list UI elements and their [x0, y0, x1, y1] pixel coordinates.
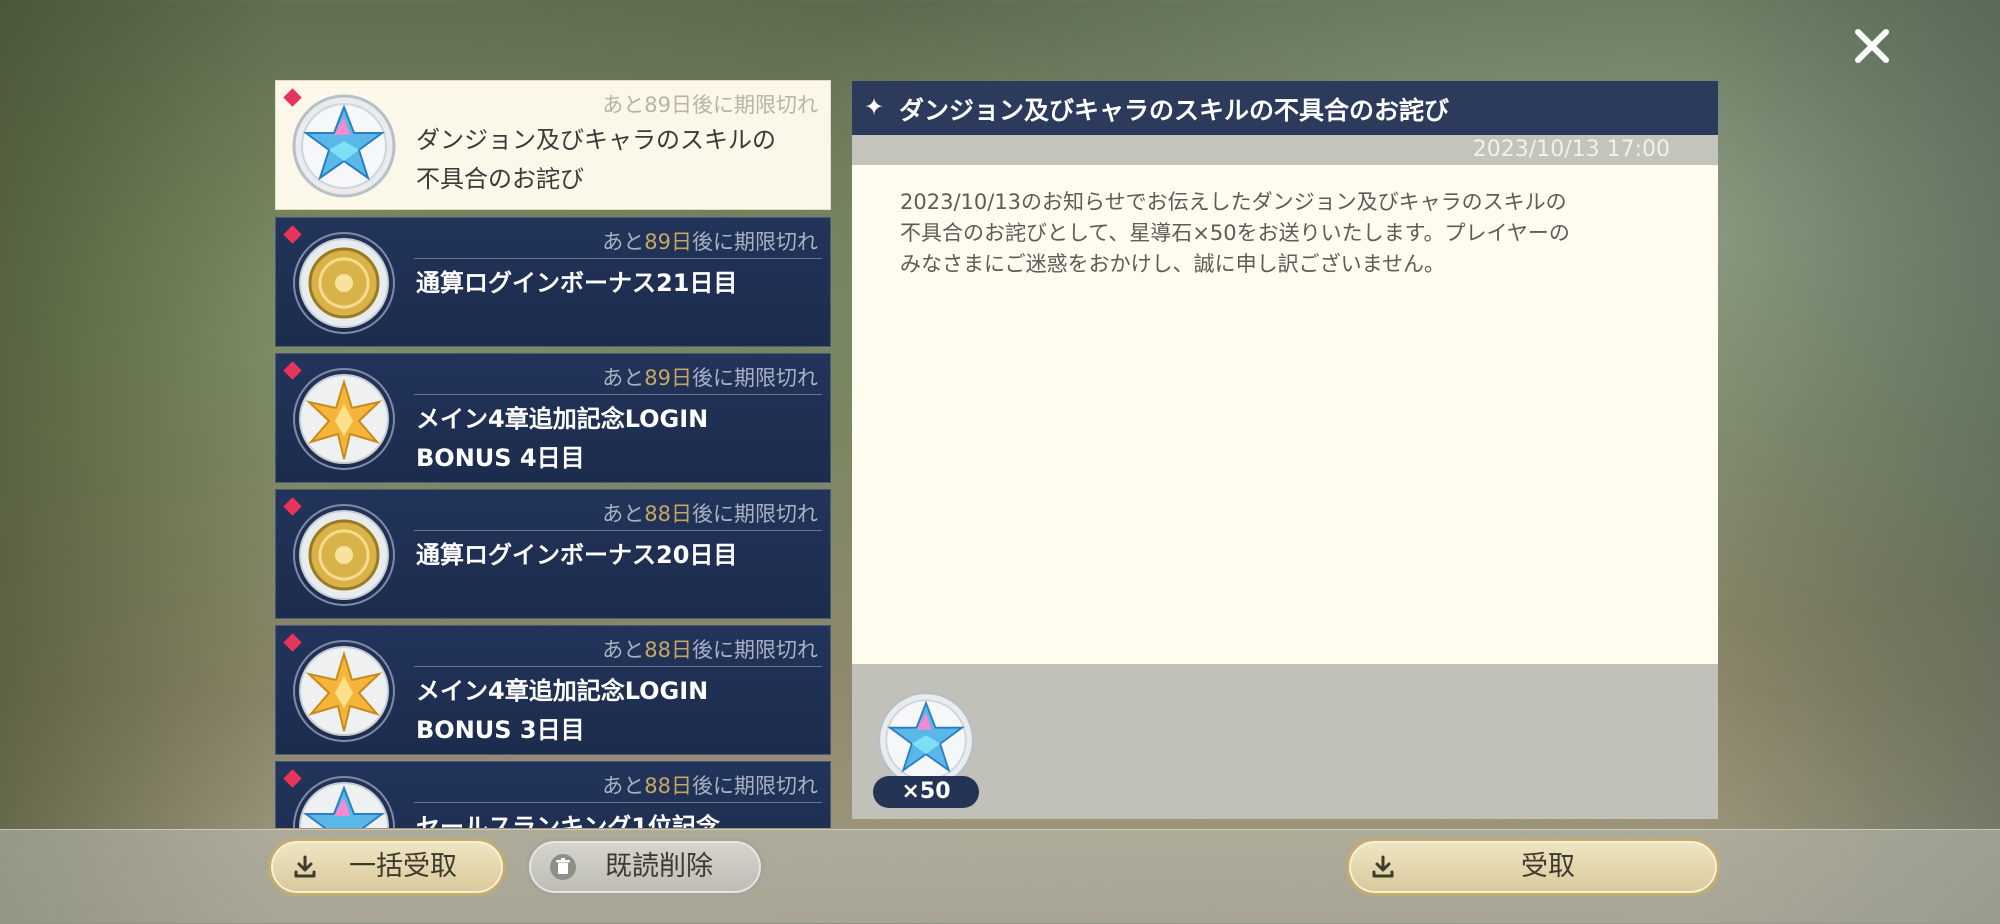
receive-label: 受取: [1521, 851, 1575, 882]
mail-item[interactable]: あと88日後に期限切れ セールスランキング1位記念: [275, 761, 831, 828]
mail-item[interactable]: あと89日後に期限切れ メイン4章追加記念LOGIN BONUS 4日目: [275, 353, 831, 483]
bulk-receive-label: 一括受取: [349, 851, 457, 882]
delete-read-button[interactable]: 既読削除: [526, 838, 764, 896]
mail-item[interactable]: あと88日後に期限切れ メイン4章追加記念LOGIN BONUS 3日目: [275, 625, 831, 755]
background-left-shade: [0, 0, 280, 923]
star-crystal-icon: [289, 91, 399, 201]
detail-date: 2023/10/13 17:00: [1472, 137, 1670, 162]
delete-read-label: 既読削除: [605, 851, 713, 882]
bulk-receive-button[interactable]: 一括受取: [268, 838, 506, 896]
mail-title: メイン4章追加記念LOGIN BONUS 3日目: [416, 677, 709, 744]
divider: [414, 802, 822, 803]
star-crystal-icon: [289, 772, 399, 828]
mail-item[interactable]: あと88日後に期限切れ 通算ログインボーナス20日目: [275, 489, 831, 619]
detail-body-text: 2023/10/13のお知らせでお伝えしたダンジョン及びキャラのスキルの 不具合…: [900, 190, 1570, 276]
download-icon: [1372, 855, 1394, 878]
expire-label: あと88日後に期限切れ: [602, 502, 818, 526]
mail-detail-panel: ✦ ダンジョン及びキャラのスキルの不具合のお詫び 2023/10/13 17:0…: [852, 81, 1718, 819]
reward-area: ×50: [852, 664, 1718, 819]
detail-body: 2023/10/13のお知らせでお伝えしたダンジョン及びキャラのスキルの 不具合…: [852, 165, 1718, 664]
reward-quantity: ×50: [873, 776, 979, 808]
gold-coin-icon: [289, 500, 399, 610]
reward-item[interactable]: ×50: [873, 688, 979, 808]
close-icon: [1855, 29, 1889, 63]
mail-title: 通算ログインボーナス20日目: [416, 541, 738, 569]
mail-item[interactable]: あと89日後に期限切れ 通算ログインボーナス21日目: [275, 217, 831, 347]
expire-label: あと88日後に期限切れ: [602, 638, 818, 662]
mail-title: メイン4章追加記念LOGIN BONUS 4日目: [416, 405, 709, 472]
mail-title: ダンジョン及びキャラのスキルの 不具合のお詫び: [416, 126, 776, 193]
mail-title: 通算ログインボーナス21日目: [416, 269, 738, 297]
mail-list[interactable]: あと89日後に期限切れ ダンジョン及びキャラのスキルの 不具合のお詫び あと89日…: [275, 80, 831, 828]
divider: [414, 394, 822, 395]
mail-title: セールスランキング1位記念: [416, 813, 720, 828]
trash-icon: [550, 854, 576, 880]
gold-coin-icon: [289, 228, 399, 338]
sparkle-icon: ✦: [864, 93, 885, 121]
expire-label: あと88日後に期限切れ: [602, 774, 818, 798]
gold-star-icon: [289, 364, 399, 474]
gold-star-icon: [289, 636, 399, 746]
bottom-action-bar: 一括受取 既読削除 受取: [0, 829, 2000, 924]
divider: [414, 666, 822, 667]
divider: [414, 258, 822, 259]
date-bar: 2023/10/13 17:00: [852, 135, 1718, 165]
receive-button[interactable]: 受取: [1346, 838, 1720, 896]
detail-header: ✦ ダンジョン及びキャラのスキルの不具合のお詫び: [852, 81, 1718, 135]
mail-item[interactable]: あと89日後に期限切れ ダンジョン及びキャラのスキルの 不具合のお詫び: [275, 80, 831, 210]
expire-label: あと89日後に期限切れ: [602, 93, 818, 117]
detail-title: ダンジョン及びキャラのスキルの不具合のお詫び: [899, 96, 1450, 125]
expire-label: あと89日後に期限切れ: [602, 366, 818, 390]
close-button[interactable]: [1846, 20, 1898, 72]
background-right-shade: [1700, 0, 2000, 923]
divider: [414, 530, 822, 531]
download-icon: [294, 855, 316, 878]
expire-label: あと89日後に期限切れ: [602, 230, 818, 254]
